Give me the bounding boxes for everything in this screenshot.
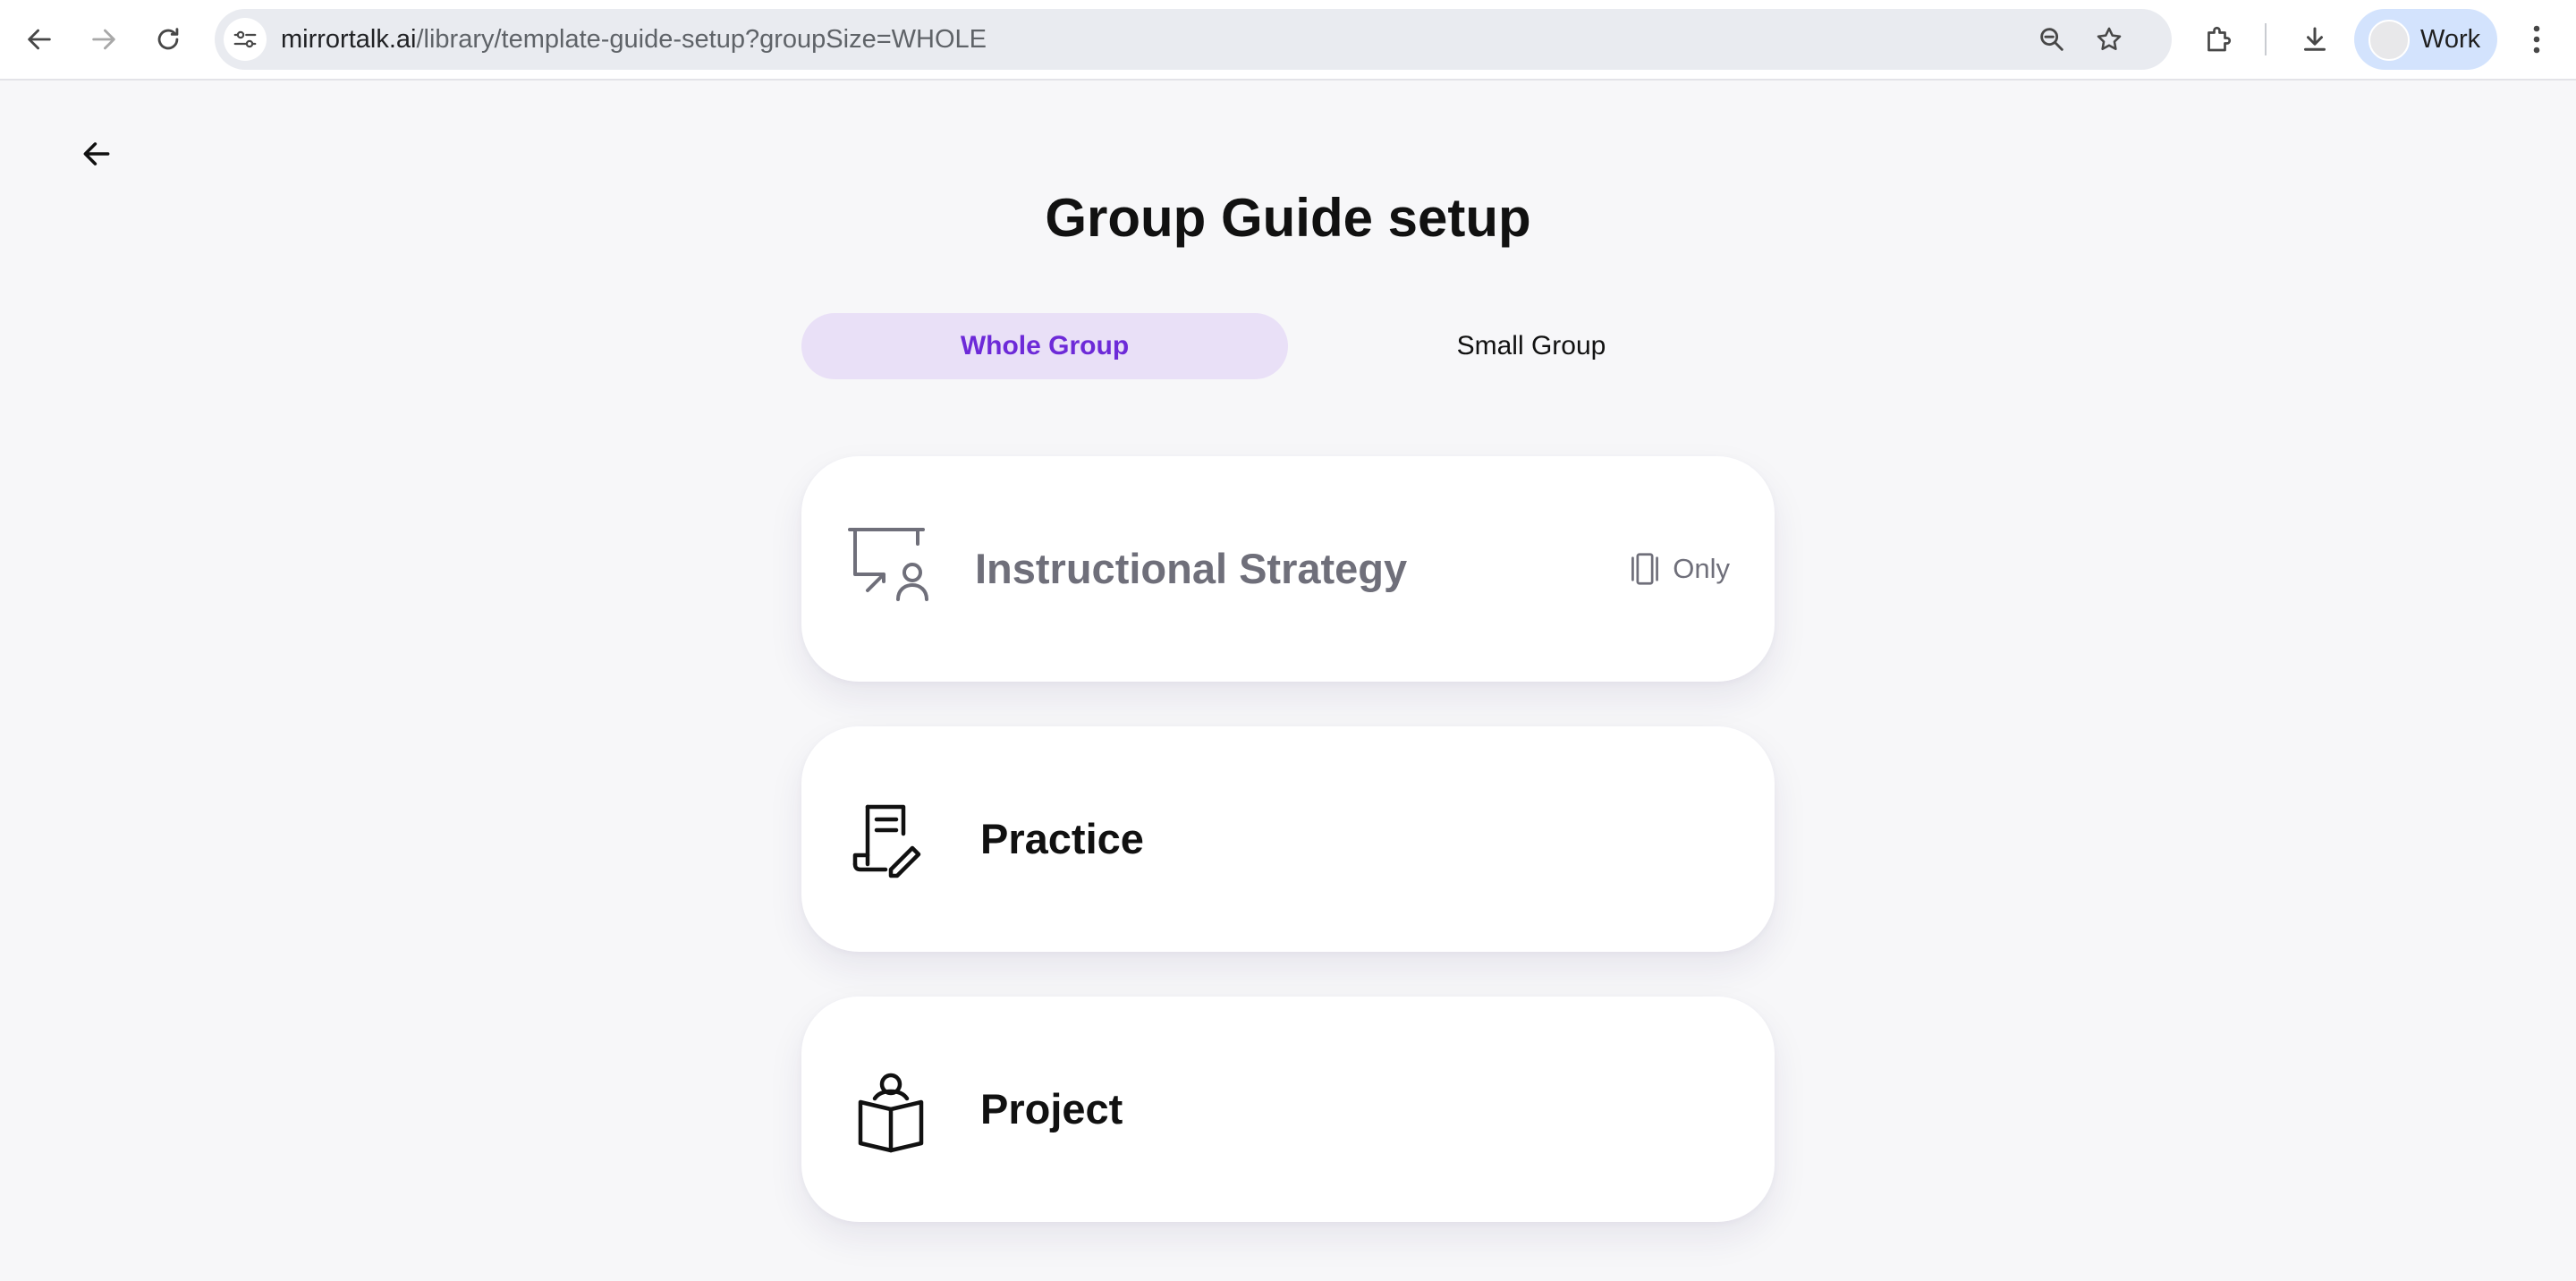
group-size-tabs: Whole Group Small Group <box>801 313 1775 379</box>
puzzle-icon <box>2207 26 2232 52</box>
reload-icon <box>157 28 179 50</box>
kebab-menu-icon <box>2533 25 2540 54</box>
page-title: Group Guide setup <box>1045 188 1531 248</box>
tab-whole-group[interactable]: Whole Group <box>801 313 1288 379</box>
card-instructional-strategy[interactable]: Instructional Strategy Only <box>801 456 1775 682</box>
arrow-left-icon <box>83 142 110 165</box>
browser-reload-button[interactable] <box>147 18 190 61</box>
presentation-board-icon <box>848 528 934 614</box>
downloads-button[interactable] <box>2293 18 2336 61</box>
page-back-button[interactable] <box>73 131 120 177</box>
reader-book-icon <box>848 1068 934 1154</box>
zoom-out-icon <box>2040 28 2063 51</box>
star-icon <box>2097 27 2122 51</box>
tab-small-group[interactable]: Small Group <box>1288 313 1775 379</box>
card-practice[interactable]: Practice <box>801 726 1775 952</box>
zoom-button[interactable] <box>2034 21 2070 57</box>
browser-back-button[interactable] <box>18 18 61 61</box>
url-host: mirrortalk.ai <box>281 25 417 54</box>
toolbar-separator <box>2265 23 2267 55</box>
arrow-right-icon <box>92 29 115 50</box>
browser-toolbar: mirrortalk.ai/library/template-guide-set… <box>0 0 2576 81</box>
card-badge: Only <box>1630 456 1730 682</box>
bookmark-button[interactable] <box>2091 21 2127 57</box>
url-text[interactable]: mirrortalk.ai/library/template-guide-set… <box>281 9 987 70</box>
card-label: Instructional Strategy <box>975 545 1408 592</box>
profile-label: Work <box>2420 25 2481 54</box>
extensions-button[interactable] <box>2197 18 2240 61</box>
browser-menu-button[interactable] <box>2519 18 2555 61</box>
arrow-left-icon <box>28 29 51 50</box>
card-label: Practice <box>980 815 1144 862</box>
document-pen-icon <box>848 798 934 884</box>
url-path: /library/template-guide-setup?groupSize=… <box>416 25 987 54</box>
avatar <box>2368 20 2410 61</box>
address-bar[interactable]: mirrortalk.ai/library/template-guide-set… <box>215 9 2172 70</box>
badge-text: Only <box>1673 553 1730 584</box>
device-icon <box>1631 553 1659 585</box>
card-project[interactable]: Project <box>801 997 1775 1222</box>
download-icon <box>2304 27 2326 51</box>
site-info-button[interactable] <box>224 18 267 61</box>
tune-icon <box>233 30 257 48</box>
profile-chip[interactable]: Work <box>2354 9 2497 70</box>
browser-forward-button[interactable] <box>82 18 125 61</box>
card-label: Project <box>980 1085 1123 1133</box>
